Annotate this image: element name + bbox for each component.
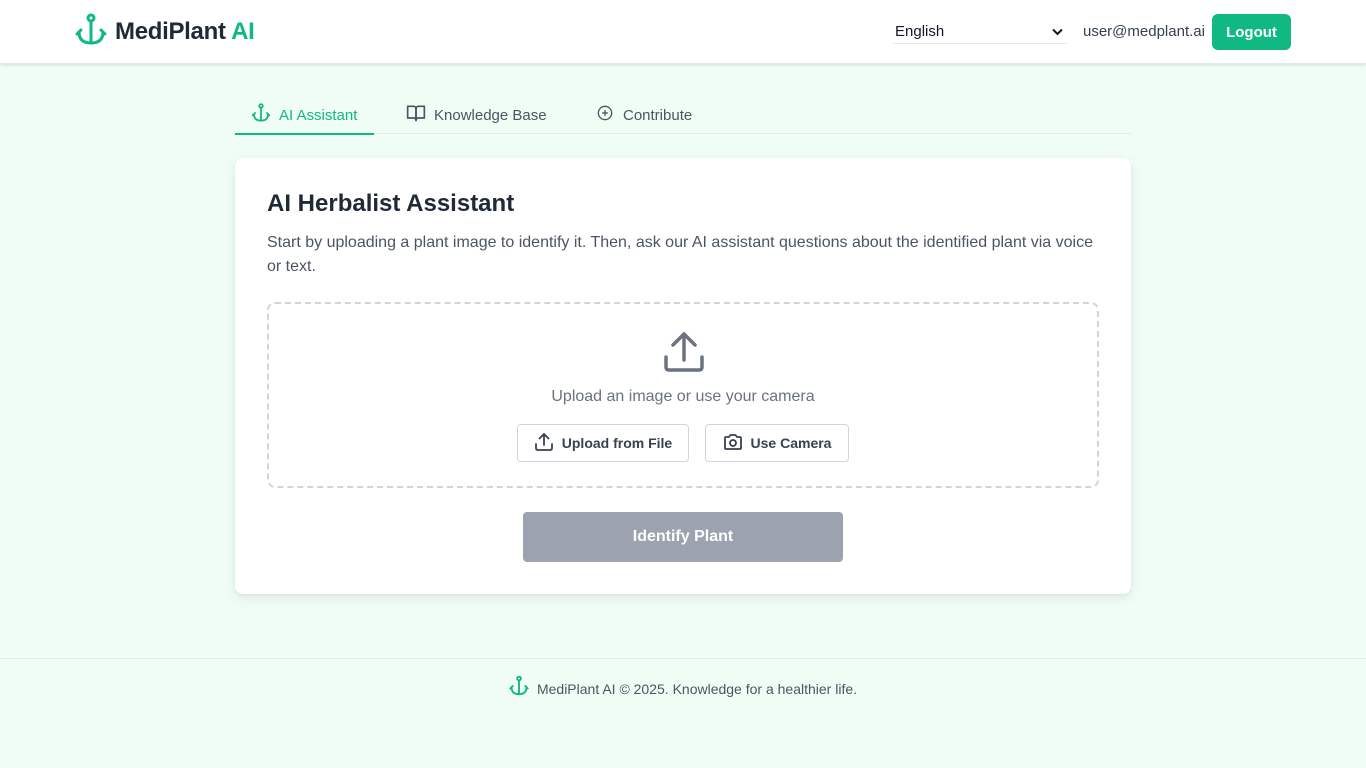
upload-icon bbox=[662, 330, 706, 374]
assistant-description: Start by uploading a plant image to iden… bbox=[267, 234, 1093, 275]
page-footer: MediPlant AI © 2025. Knowledge for a hea… bbox=[0, 658, 1366, 768]
use-camera-label: Use Camera bbox=[750, 435, 832, 451]
plant-anchor-icon bbox=[509, 675, 537, 702]
upload-icon bbox=[534, 432, 562, 455]
brand-logo[interactable]: MediPlant AI bbox=[75, 13, 255, 52]
assistant-title: AI Herbalist Assistant bbox=[267, 190, 515, 217]
dropzone-text: Upload an image or use your camera bbox=[551, 388, 815, 405]
user-email: user@medplant.ai bbox=[1083, 23, 1205, 40]
brand-name-main: MediPlant bbox=[115, 18, 226, 45]
language-select-value: English bbox=[895, 23, 945, 40]
camera-icon bbox=[723, 432, 751, 455]
tab-contribute[interactable]: Contribute bbox=[595, 96, 692, 134]
plant-anchor-icon bbox=[251, 103, 279, 127]
book-icon bbox=[406, 103, 434, 127]
tab-knowledge-base[interactable]: Knowledge Base bbox=[406, 96, 547, 134]
plus-circle-icon bbox=[595, 103, 623, 127]
tab-ai-assistant[interactable]: AI Assistant bbox=[235, 96, 374, 135]
brand-name-accent: AI bbox=[231, 18, 255, 45]
brand-name: MediPlant AI bbox=[115, 18, 255, 46]
tab-label: AI Assistant bbox=[279, 106, 358, 124]
plant-anchor-icon bbox=[75, 13, 107, 52]
language-select[interactable]: English bbox=[893, 20, 1067, 44]
tab-label: Knowledge Base bbox=[434, 106, 547, 124]
footer-text: MediPlant AI © 2025. Knowledge for a hea… bbox=[536, 680, 858, 697]
assistant-card: AI Herbalist Assistant Start by uploadin… bbox=[235, 158, 1131, 594]
main-tabs: AI Assistant Knowledge Base Contribute bbox=[235, 96, 1131, 135]
upload-from-file-button[interactable]: Upload from File bbox=[517, 424, 689, 462]
image-dropzone[interactable]: Upload an image or use your camera Uploa… bbox=[267, 302, 1099, 488]
tab-label: Contribute bbox=[623, 106, 693, 124]
logout-button[interactable]: Logout bbox=[1212, 14, 1291, 50]
identify-plant-button[interactable]: Identify Plant bbox=[523, 512, 843, 562]
use-camera-button[interactable]: Use Camera bbox=[705, 424, 849, 462]
chevron-down-icon bbox=[1052, 25, 1063, 39]
footer-line: MediPlant AI © 2025. Knowledge for a hea… bbox=[0, 675, 1366, 702]
top-header: MediPlant AI English user@medplant.ai Lo… bbox=[0, 0, 1366, 64]
upload-from-file-label: Upload from File bbox=[561, 435, 673, 451]
